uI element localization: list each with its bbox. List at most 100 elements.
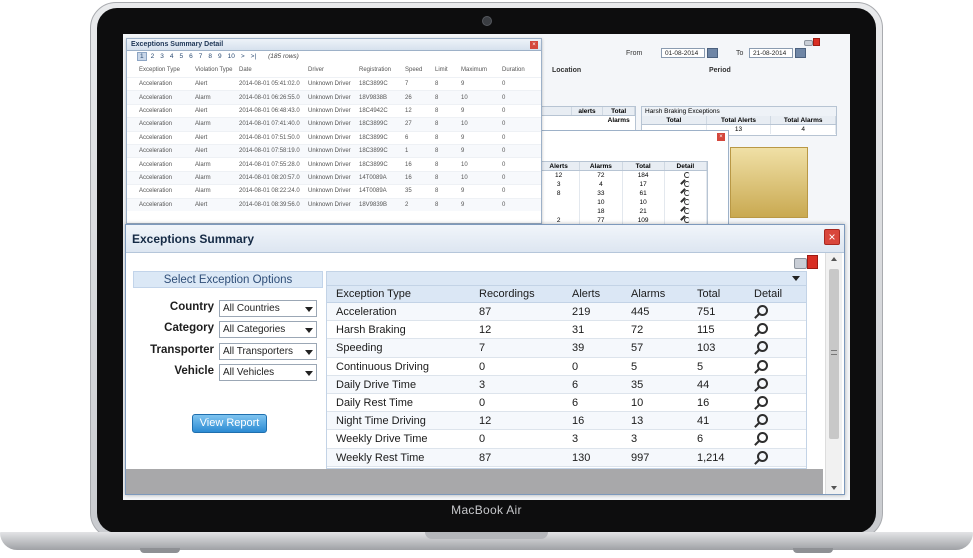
table-cell: 14T0089A [359, 174, 387, 181]
detail-cell[interactable] [754, 430, 815, 448]
detail-cell[interactable] [754, 303, 815, 321]
table-cell: 12 [405, 107, 412, 114]
table-row[interactable]: Acceleration Alert 2014-08-01 07:58:19.0 Un… [127, 143, 541, 158]
column-header [540, 107, 572, 115]
detail-cell[interactable] [754, 394, 815, 412]
table-cell: Unknown Driver [308, 161, 351, 168]
detail-cell[interactable] [754, 321, 815, 339]
magnifier-icon[interactable] [757, 323, 768, 335]
table-cell: 0 [502, 81, 506, 88]
page-link[interactable]: 1 [137, 52, 147, 61]
table-cell: 8 [538, 189, 581, 198]
table-row[interactable]: Acceleration Alarm 2014-08-01 08:20:57.0 Un… [127, 170, 541, 185]
chevron-down-icon [305, 371, 313, 376]
magnifier-icon[interactable] [683, 208, 690, 214]
category-select[interactable]: All Categories [219, 321, 317, 338]
magnifier-icon[interactable] [683, 181, 690, 187]
page-link[interactable]: 4 [168, 53, 176, 60]
magnifier-icon[interactable] [757, 450, 768, 462]
table-row[interactable]: Acceleration Alert 2014-08-01 08:39:56.0 Un… [127, 197, 541, 211]
close-icon[interactable]: × [530, 41, 538, 49]
table-row[interactable]: Acceleration Alarm 2014-08-01 06:26:55.0 Un… [127, 90, 541, 104]
calendar-icon[interactable] [707, 48, 718, 58]
chevron-down-icon[interactable] [792, 276, 800, 281]
detail-cell[interactable] [754, 412, 815, 430]
table-cell: Alert [195, 148, 208, 155]
table-cell: 8 [435, 134, 439, 141]
dialog-footer [126, 469, 823, 494]
detail-cell[interactable] [665, 171, 707, 180]
pdf-icon[interactable] [807, 255, 818, 269]
table-cell: 87 [479, 451, 492, 464]
page-link[interactable]: 8 [206, 53, 214, 60]
magnifier-icon[interactable] [757, 414, 768, 426]
table-cell: 26 [405, 94, 412, 101]
from-date-input[interactable]: 01-08-2014 [661, 48, 705, 58]
detail-cell[interactable] [665, 189, 707, 198]
view-report-button[interactable]: View Report [192, 414, 267, 433]
magnifier-icon[interactable] [757, 305, 768, 316]
page-link[interactable]: 2 [149, 53, 157, 60]
page-link[interactable]: > [239, 53, 247, 60]
to-date-input[interactable]: 21-08-2014 [749, 48, 793, 58]
table-row[interactable]: Acceleration Alarm 2014-08-01 07:55:28.0 Un… [127, 157, 541, 170]
page-link[interactable]: 10 [226, 53, 237, 60]
table-row[interactable]: Acceleration Alert 2014-08-01 06:48:43.0 Un… [127, 103, 541, 117]
page-link[interactable]: 7 [197, 53, 205, 60]
page-link[interactable]: 9 [216, 53, 224, 60]
table-row: Speeding 7 39 57 103 [327, 339, 806, 358]
table-cell: 18C4942C [359, 107, 388, 114]
magnifier-icon[interactable] [683, 190, 690, 196]
magnifier-icon[interactable] [757, 395, 768, 407]
table-row[interactable]: Acceleration Alarm 2014-08-01 08:22:24.0 Un… [127, 184, 541, 197]
laptop-foot [793, 548, 833, 553]
scroll-up-icon[interactable] [831, 257, 837, 261]
pagination: 1 2 3 4 5 6 7 8 9 10 > >| (185 rows) [127, 51, 541, 62]
detail-cell[interactable] [665, 198, 707, 207]
country-select[interactable]: All Countries [219, 300, 317, 317]
magnifier-icon[interactable] [683, 217, 690, 223]
country-label: Country [169, 301, 214, 313]
calendar-icon[interactable] [795, 48, 806, 58]
scroll-down-icon[interactable] [831, 486, 837, 490]
page-link[interactable]: 5 [178, 53, 186, 60]
table-row: 12 72 184 [538, 171, 707, 180]
detail-cell[interactable] [665, 207, 707, 216]
options-heading: Select Exception Options [133, 271, 323, 288]
detail-cell[interactable] [754, 358, 815, 376]
table-cell: 9 [461, 188, 465, 195]
transporter-select[interactable]: All Transporters [219, 343, 317, 360]
screen: From 01-08-2014 To 21-08-2014 Location P… [123, 34, 850, 500]
vertical-scrollbar[interactable] [825, 253, 842, 494]
table-cell: 35 [405, 188, 412, 195]
close-button[interactable]: × [824, 229, 840, 245]
table-row[interactable]: Acceleration Alert 2014-08-01 07:51:50.0 Un… [127, 130, 541, 144]
laptop-notch [425, 532, 548, 539]
magnifier-icon[interactable] [757, 432, 768, 444]
vehicle-label: Vehicle [174, 365, 214, 377]
vehicle-select[interactable]: All Vehicles [219, 364, 317, 381]
magnifier-icon[interactable] [757, 377, 768, 389]
detail-cell[interactable] [754, 449, 815, 467]
detail-cell[interactable] [665, 180, 707, 189]
table-cell: 0 [502, 161, 506, 168]
page-link[interactable]: 3 [158, 53, 166, 60]
table-cell: 61 [623, 189, 665, 198]
table-cell: 6 [572, 396, 579, 409]
page-link[interactable]: 6 [187, 53, 195, 60]
table-row[interactable]: Acceleration Alert 2014-08-01 05:41:02.0 Un… [127, 77, 541, 90]
magnifier-icon[interactable] [757, 359, 768, 371]
detail-cell[interactable] [754, 376, 815, 394]
close-icon[interactable]: × [717, 133, 725, 141]
magnifier-icon[interactable] [683, 172, 690, 178]
detail-cell[interactable] [754, 339, 815, 357]
table-cell: 39 [572, 342, 585, 355]
pdf-icon[interactable] [813, 38, 820, 46]
table-cell: 0 [572, 360, 579, 373]
magnifier-icon[interactable] [757, 341, 768, 353]
table-row[interactable]: Acceleration Alarm 2014-08-01 07:41:40.0 Un… [127, 117, 541, 131]
magnifier-icon[interactable] [683, 199, 690, 205]
print-icon[interactable] [804, 40, 813, 46]
page-link[interactable]: >| [249, 53, 258, 60]
print-icon[interactable] [794, 258, 807, 269]
